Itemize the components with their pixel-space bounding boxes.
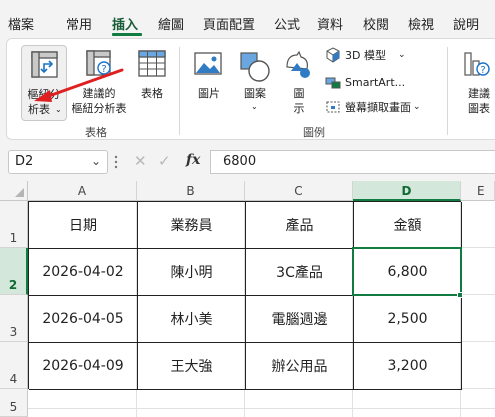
select-all-corner[interactable] [0, 181, 28, 201]
chevron-down-icon: ⌄ [251, 102, 258, 111]
gridline [461, 388, 495, 389]
pictures-button[interactable]: 圖片 [189, 45, 229, 121]
more-options-icon[interactable] [114, 155, 118, 169]
table-button[interactable]: 表格 [133, 45, 171, 121]
pictures-label: 圖片 [198, 87, 220, 100]
name-box-value: D2 [15, 154, 34, 169]
table-cell[interactable]: 2026-04-09 [29, 343, 138, 390]
icons-label-2: 示 [293, 102, 305, 115]
gridline [461, 294, 495, 295]
tab-data[interactable]: 資料 [317, 14, 343, 33]
column-header-c[interactable]: C [245, 181, 353, 201]
row-header-3[interactable]: 3 [0, 295, 28, 342]
picture-icon [194, 52, 222, 75]
icons-button[interactable]: 圖 示 [281, 45, 317, 121]
recommended-charts-label-2: 圖表 [468, 102, 490, 115]
insert-function-button[interactable]: fx [186, 152, 200, 168]
tab-insert[interactable]: 插入 [112, 14, 138, 33]
smartart-label: SmartArt... [345, 75, 406, 89]
group-divider [447, 47, 448, 135]
table-cell[interactable]: 林小美 [138, 296, 246, 343]
row-header-5[interactable]: 5 [0, 389, 28, 417]
group-divider [179, 47, 180, 135]
tab-help[interactable]: 說明 [453, 14, 479, 33]
active-tab-indicator [112, 33, 142, 36]
enter-icon[interactable]: ✓ [158, 152, 171, 170]
table-cell[interactable]: 2,500 [354, 296, 462, 343]
chevron-down-icon: ⌄ [397, 50, 406, 60]
formula-value: 6800 [223, 154, 257, 169]
icons-icon [286, 50, 310, 78]
gridline [461, 247, 495, 248]
tab-page-layout[interactable]: 頁面配置 [203, 14, 255, 33]
table-cell[interactable]: 2026-04-05 [29, 296, 138, 343]
cancel-icon[interactable]: ✕ [134, 152, 147, 170]
column-header-a[interactable]: A [28, 181, 137, 201]
illustrations-group-label: 圖例 [303, 126, 325, 139]
table-icon [138, 50, 166, 77]
header-cell-amount[interactable]: 金額 [354, 202, 462, 249]
shapes-label: 圖案 [244, 87, 266, 100]
gridline [461, 341, 495, 342]
icons-label-1: 圖 [293, 87, 305, 100]
fill-handle[interactable] [457, 292, 463, 298]
table-cell[interactable]: 王大強 [138, 343, 246, 390]
smartart-button[interactable]: SmartArt... [325, 74, 405, 90]
ribbon-tab-bar: 檔案 常用 插入 繪圖 頁面配置 公式 資料 校閱 檢視 說明 [0, 0, 495, 38]
column-header-b[interactable]: B [137, 181, 245, 201]
worksheet-grid[interactable]: A B C D E 1 2 3 4 5 日期 業務員 產品 金額 2026-04… [0, 181, 495, 417]
shapes-icon [240, 52, 270, 82]
table-cell[interactable]: 2026-04-02 [29, 249, 138, 296]
header-cell-date[interactable]: 日期 [29, 202, 138, 249]
screenshot-icon [326, 101, 340, 113]
table-label: 表格 [141, 87, 163, 100]
formula-input[interactable]: 6800 [210, 150, 495, 174]
screenshot-button[interactable]: 螢幕擷取畫面 ⌄ [325, 99, 421, 115]
table-cell[interactable]: 陳小明 [138, 249, 246, 296]
3d-models-button[interactable]: 3D 模型 ⌄ [325, 47, 406, 63]
formula-bar: D2 ⌄ ✕ ✓ fx 6800 [0, 146, 495, 176]
row-header-1[interactable]: 1 [0, 201, 28, 248]
chevron-down-icon: ⌄ [413, 102, 421, 112]
tab-home[interactable]: 常用 [66, 14, 92, 33]
table-cell[interactable]: 3,200 [354, 343, 462, 390]
tab-formulas[interactable]: 公式 [274, 14, 300, 33]
tab-draw[interactable]: 繪圖 [158, 14, 184, 33]
row-header-4[interactable]: 4 [0, 342, 28, 389]
name-box[interactable]: D2 ⌄ [8, 150, 108, 174]
shapes-button[interactable]: 圖案 ⌄ [235, 45, 275, 121]
table-cell[interactable]: 3C產品 [246, 249, 354, 296]
smartart-icon [325, 77, 341, 89]
recommended-charts-label-1: 建議 [468, 87, 490, 100]
3d-models-label: 3D 模型 [345, 49, 386, 62]
tab-file[interactable]: 檔案 [8, 14, 34, 33]
tables-group-label: 表格 [85, 126, 107, 139]
chevron-down-icon[interactable]: ⌄ [91, 154, 101, 168]
formula-buttons: ✕ ✓ fx [124, 150, 208, 174]
row-header-2[interactable]: 2 [0, 248, 28, 295]
active-cell-selection [352, 247, 462, 296]
cube-icon [326, 47, 340, 63]
header-cell-product[interactable]: 產品 [246, 202, 354, 249]
recommended-charts-icon: ? [464, 52, 490, 76]
gridline [28, 408, 495, 409]
select-all-icon [15, 188, 24, 197]
tab-view[interactable]: 檢視 [408, 14, 434, 33]
header-cell-salesperson[interactable]: 業務員 [138, 202, 246, 249]
annotation-arrow [34, 68, 124, 102]
table-cell[interactable]: 電腦週邊 [246, 296, 354, 343]
table-cell[interactable]: 辦公用品 [246, 343, 354, 390]
recommended-charts-button[interactable]: ? 建議 圖表 [453, 45, 495, 121]
tab-review[interactable]: 校閱 [363, 14, 389, 33]
svg-text:?: ? [480, 65, 485, 76]
screenshot-label: 螢幕擷取畫面 [345, 101, 411, 114]
column-header-d[interactable]: D [353, 181, 461, 201]
column-header-e[interactable]: E [461, 181, 495, 201]
